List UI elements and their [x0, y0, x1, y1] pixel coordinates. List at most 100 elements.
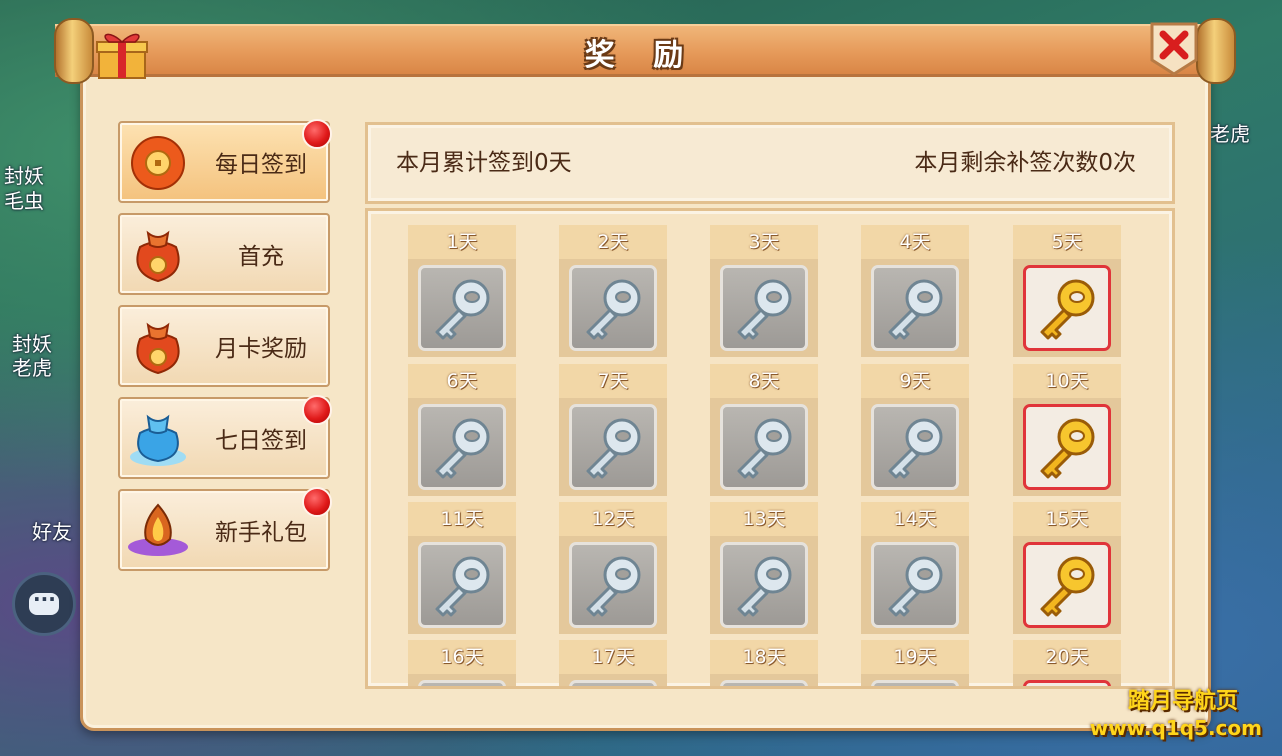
silver-key-icon	[737, 556, 792, 617]
reward-slot	[559, 674, 667, 686]
notification-badge	[302, 395, 332, 425]
silver-key-icon	[435, 418, 490, 479]
day-cell[interactable]: 1天	[408, 225, 516, 357]
reward-slot	[1013, 398, 1121, 496]
day-label: 2天	[559, 225, 667, 259]
silver-key-icon	[888, 556, 943, 617]
silver-key-reward[interactable]	[569, 680, 657, 686]
watermark-url: www.q1q5.com	[1089, 716, 1262, 740]
day-cell[interactable]: 7天	[559, 364, 667, 496]
silver-key-reward[interactable]	[418, 404, 506, 490]
silver-key-reward[interactable]	[871, 265, 959, 351]
silver-key-reward[interactable]	[871, 404, 959, 490]
day-label: 5天	[1013, 225, 1121, 259]
close-icon	[1150, 22, 1198, 76]
reward-slot	[710, 674, 818, 689]
bg-friend-label: 好友	[32, 520, 72, 544]
reward-slot	[1013, 536, 1121, 634]
silver-key-icon	[435, 556, 490, 617]
day-cell[interactable]: 16天	[408, 640, 516, 686]
lantern-coin-icon	[126, 131, 190, 193]
day-cell[interactable]: 11天	[408, 502, 516, 634]
silver-key-reward[interactable]	[720, 265, 808, 351]
gold-key-reward[interactable]	[1023, 265, 1111, 351]
reward-slot	[559, 398, 667, 496]
silver-key-icon	[727, 687, 801, 689]
bg-npc-name: 老虎	[1210, 122, 1250, 146]
gold-key-reward[interactable]	[1023, 404, 1111, 490]
gold-key-reward[interactable]	[1023, 542, 1111, 628]
signin-calendar-grid: 1天 2天 3天 4天 5天 6天 7天 8天 9天 10天 11天 12天 13天 14天 15天 16天 1…	[365, 208, 1175, 689]
remaining-makeup-count: 本月剩余补签次数0次	[914, 150, 1136, 176]
day-label: 7天	[559, 364, 667, 398]
day-cell[interactable]: 2天	[559, 225, 667, 357]
silver-key-reward[interactable]	[720, 404, 808, 490]
silver-key-reward[interactable]	[871, 680, 959, 686]
chat-button[interactable]	[12, 572, 76, 636]
menu-newbie-pack[interactable]: 新手礼包	[118, 487, 332, 571]
reward-slot	[559, 536, 667, 634]
day-label: 10天	[1013, 364, 1121, 398]
monthly-signin-count: 本月累计签到0天	[396, 150, 572, 176]
day-cell[interactable]: 4天	[861, 225, 969, 357]
silver-key-reward[interactable]	[418, 680, 506, 686]
silver-key-reward[interactable]	[569, 542, 657, 628]
silver-key-icon	[586, 418, 641, 479]
reward-slot	[1013, 259, 1121, 357]
close-button[interactable]	[1148, 20, 1200, 76]
day-label: 3天	[710, 225, 818, 259]
silver-key-icon	[737, 418, 792, 479]
silver-key-icon	[888, 279, 943, 340]
gold-key-reward[interactable]	[1023, 680, 1111, 689]
day-label: 18天	[710, 640, 818, 674]
menu-seven-day-signin[interactable]: 七日签到	[118, 395, 332, 479]
day-cell[interactable]: 5天	[1013, 225, 1121, 357]
notification-badge	[302, 119, 332, 149]
day-cell[interactable]: 15天	[1013, 502, 1121, 634]
day-cell[interactable]: 3天	[710, 225, 818, 357]
day-cell[interactable]: 18天	[710, 640, 818, 686]
signin-info-bar: 本月累计签到0天 本月剩余补签次数0次	[365, 122, 1175, 204]
menu-daily-signin[interactable]: 每日签到	[118, 119, 332, 203]
silver-key-reward[interactable]	[720, 542, 808, 628]
day-label: 8天	[710, 364, 818, 398]
silver-key-reward[interactable]	[871, 542, 959, 628]
day-cell[interactable]: 6天	[408, 364, 516, 496]
menu-label: 首充	[238, 244, 284, 270]
silver-key-reward[interactable]	[418, 542, 506, 628]
silver-key-icon	[888, 418, 943, 479]
day-label: 19天	[861, 640, 969, 674]
day-label: 20天	[1013, 640, 1121, 674]
gold-key-icon	[1040, 556, 1095, 617]
silver-key-icon	[586, 556, 641, 617]
day-cell[interactable]: 19天	[861, 640, 969, 686]
gift-box-icon	[95, 30, 149, 80]
day-cell[interactable]: 13天	[710, 502, 818, 634]
day-cell[interactable]: 10天	[1013, 364, 1121, 496]
reward-slot	[408, 536, 516, 634]
silver-key-icon	[435, 279, 490, 340]
day-cell[interactable]: 12天	[559, 502, 667, 634]
menu-label: 月卡奖励	[215, 336, 307, 362]
menu-first-recharge[interactable]: 首充	[118, 213, 330, 295]
gold-key-icon	[1030, 687, 1104, 689]
day-cell[interactable]: 8天	[710, 364, 818, 496]
day-cell[interactable]: 9天	[861, 364, 969, 496]
notification-badge	[302, 487, 332, 517]
day-cell[interactable]: 14天	[861, 502, 969, 634]
silver-key-reward[interactable]	[569, 404, 657, 490]
reward-slot	[861, 674, 969, 686]
day-cell[interactable]: 20天	[1013, 640, 1121, 686]
watermark-title: 踏月导航页	[1127, 689, 1238, 714]
reward-slot	[710, 259, 818, 357]
gold-key-icon	[1040, 279, 1095, 340]
silver-key-reward[interactable]	[418, 265, 506, 351]
day-label: 4天	[861, 225, 969, 259]
reward-slot	[1013, 674, 1121, 689]
menu-month-card[interactable]: 月卡奖励	[118, 305, 330, 387]
day-cell[interactable]: 17天	[559, 640, 667, 686]
day-label: 13天	[710, 502, 818, 536]
silver-key-reward[interactable]	[569, 265, 657, 351]
silver-key-reward[interactable]	[720, 680, 808, 689]
gold-key-icon	[1040, 418, 1095, 479]
